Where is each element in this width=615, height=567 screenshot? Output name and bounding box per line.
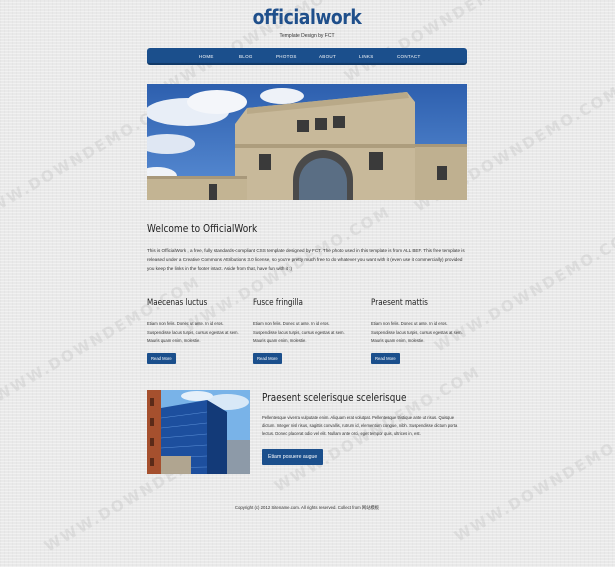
column-1: Maecenas luctus Etiam non felis. Donec u… — [147, 298, 247, 364]
site-tagline: Template Design by FCT — [279, 33, 335, 39]
column-title: Fusce fringilla — [253, 298, 303, 308]
read-more-button[interactable]: Read More — [147, 353, 176, 364]
read-more-button[interactable]: Read More — [253, 353, 282, 364]
site-logo[interactable]: officialwork — [169, 5, 444, 29]
nav-item-home[interactable]: HOME — [199, 54, 214, 59]
nav-item-photos[interactable]: PHOTOS — [276, 54, 297, 59]
feature-button[interactable]: Etiam posuere augue — [262, 449, 324, 465]
nav-item-about[interactable]: ABOUT — [319, 54, 336, 59]
column-title: Praesent mattis — [371, 298, 428, 308]
column-text: Etiam non felis. Donec ut ante. In id er… — [147, 321, 239, 343]
column-title: Maecenas luctus — [147, 298, 208, 308]
feature-title: Praesent scelerisque scelerisque — [262, 392, 407, 404]
nav-item-blog[interactable]: BLOG — [239, 54, 253, 59]
main-nav: HOME BLOG PHOTOS ABOUT LINKS CONTACT — [147, 48, 467, 65]
footer-copyright: Copyright (c) 2012 Sitename.com. All rig… — [234, 505, 380, 510]
column-3: Praesent mattis Etiam non felis. Donec u… — [371, 298, 471, 364]
column-text: Etiam non felis. Donec ut ante. In id er… — [371, 321, 463, 343]
welcome-text: This is OfficialWork , a free, fully sta… — [147, 248, 465, 271]
nav-item-contact[interactable]: CONTACT — [397, 54, 421, 59]
building-photo — [147, 84, 467, 200]
office-tower-photo — [147, 390, 250, 474]
watermark: WWW.DOWNDEMO.COM — [451, 412, 615, 546]
hero-image — [147, 84, 467, 200]
welcome-heading: Welcome to OfficialWork — [147, 222, 258, 235]
column-2: Fusce fringilla Etiam non felis. Donec u… — [253, 298, 353, 364]
column-text: Etiam non felis. Donec ut ante. In id er… — [253, 321, 345, 343]
read-more-button[interactable]: Read More — [371, 353, 400, 364]
nav-item-links[interactable]: LINKS — [359, 54, 374, 59]
feature-image — [147, 390, 250, 474]
feature-text: Pellentesque viverra vulputate enim. Ali… — [262, 415, 458, 437]
